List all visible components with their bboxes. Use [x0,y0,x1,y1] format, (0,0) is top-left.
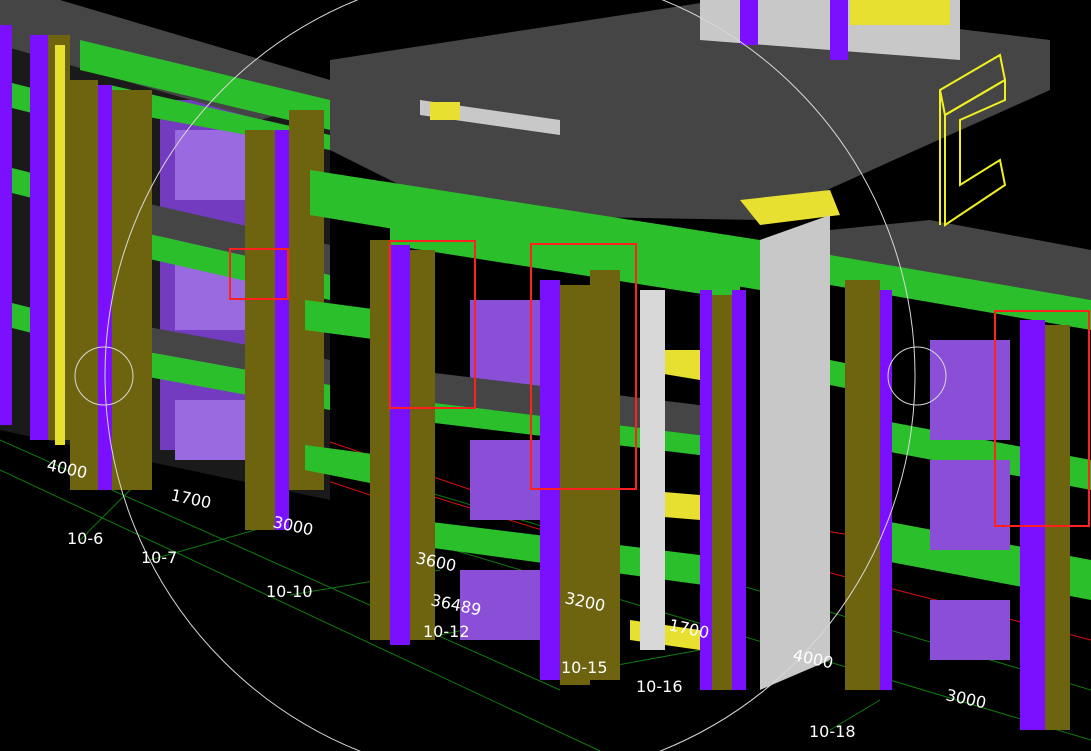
3d-model-viewport[interactable]: 4000 1700 3000 3600 36489 3200 1700 4000… [0,0,1091,751]
axis-label: 10-15 [561,658,608,677]
dimension-label: 1700 [169,485,213,512]
axis-label: 10-6 [67,529,103,548]
axis-label: 10-18 [809,722,856,741]
axis-label: 10-12 [423,622,470,641]
axis-label: 10-7 [141,548,177,567]
dimension-label: 3000 [944,685,988,712]
axis-label: 10-10 [266,582,313,601]
left-building-block[interactable] [0,0,330,530]
dimension-label: 3000 [271,512,315,539]
axis-label: 10-16 [636,677,683,696]
structure-render[interactable]: 4000 1700 3000 3600 36489 3200 1700 4000… [0,0,1091,751]
